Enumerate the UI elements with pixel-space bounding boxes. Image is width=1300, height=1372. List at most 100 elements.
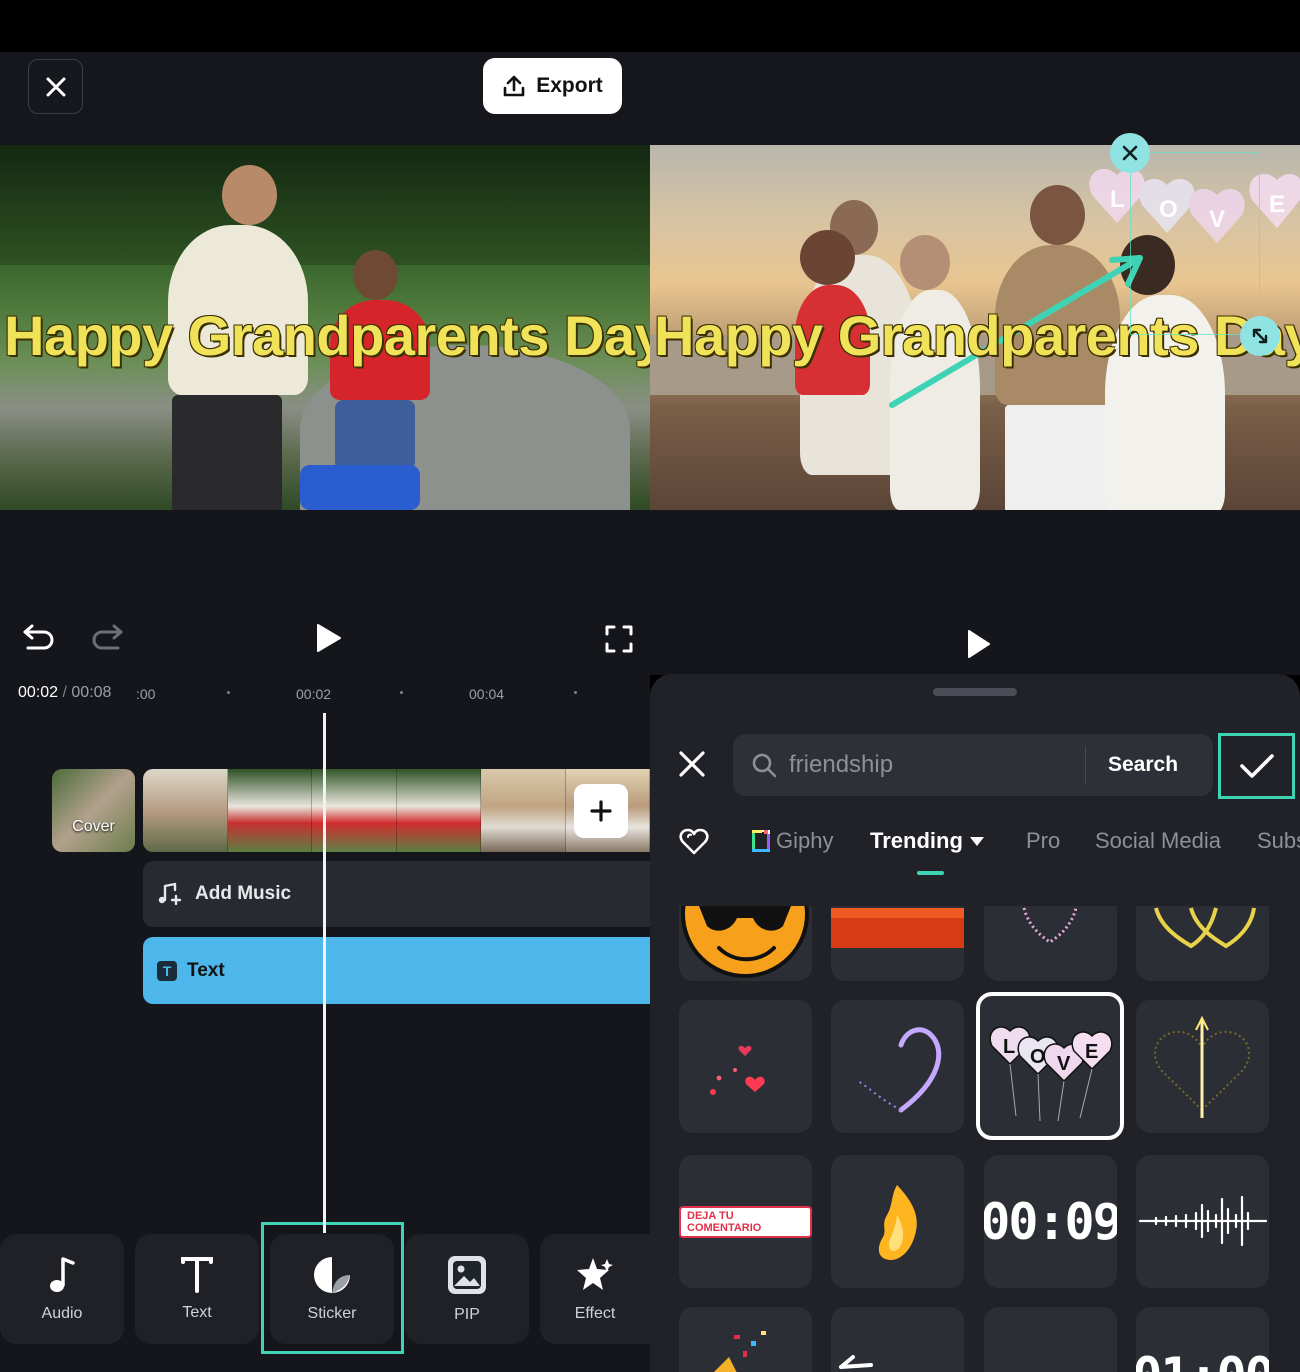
play-icon — [968, 630, 990, 658]
time-separator: / — [62, 684, 67, 701]
top-bar — [0, 52, 1300, 145]
category-label: Subs — [1257, 828, 1300, 853]
ruler-label: 00:02 — [296, 686, 332, 702]
export-button[interactable]: Export — [483, 58, 622, 114]
ruler-tick — [574, 691, 577, 694]
gold-heart-icon — [1154, 1015, 1250, 1118]
flame-icon — [878, 1185, 917, 1260]
ruler-tick — [400, 691, 403, 694]
heart-sparkle-icon — [1022, 907, 1078, 944]
panel-close-button[interactable] — [672, 742, 712, 786]
ruler-label: 00:04 — [469, 686, 505, 702]
sticker-heart-outline[interactable] — [984, 906, 1117, 981]
sticker-timer-1-minute[interactable]: 01:00 — [1136, 1307, 1269, 1372]
balloon-letter: L — [1003, 1036, 1015, 1058]
sticker-fire-flame[interactable] — [831, 1155, 964, 1288]
total-time: 00:08 — [71, 684, 112, 701]
category-tab-trending[interactable]: Trending — [870, 828, 985, 854]
sticker-resize-handle[interactable] — [1240, 316, 1280, 356]
search-button[interactable]: Search — [1108, 753, 1178, 777]
confirm-button[interactable] — [1218, 733, 1295, 799]
heart-icon — [679, 828, 709, 855]
video-preview-original[interactable]: Happy Grandparents Day — [0, 145, 650, 510]
upload-icon — [503, 75, 525, 97]
emoji-face-icon — [681, 906, 809, 978]
tool-label: Audio — [41, 1305, 83, 1322]
category-tab-pro[interactable]: Pro — [1026, 828, 1060, 854]
sticker-tool-highlight — [261, 1222, 404, 1354]
sticker-sound-wave[interactable] — [1136, 1155, 1269, 1288]
sticker-blank[interactable] — [984, 1307, 1117, 1372]
redo-button[interactable] — [88, 618, 126, 656]
category-tab-subs[interactable]: Subs — [1257, 828, 1300, 854]
tool-audio[interactable]: Audio — [0, 1234, 124, 1344]
close-editor-button[interactable] — [28, 59, 83, 114]
overlay-text-left: Happy Grandparents Day — [4, 304, 650, 367]
close-icon — [1122, 145, 1138, 161]
search-divider — [1085, 746, 1086, 784]
sticker-comment-tag[interactable]: DEJA TU COMENTARIO — [679, 1155, 812, 1288]
balloon-letter: O — [1030, 1046, 1046, 1068]
sticker-floating-hearts[interactable] — [679, 1000, 812, 1133]
export-label: Export — [536, 74, 603, 97]
search-icon — [752, 753, 777, 778]
sticker-gold-hearts[interactable] — [1136, 906, 1269, 981]
clip-frame — [143, 769, 228, 852]
comment-tag-text: DEJA TU COMENTARIO — [679, 1205, 812, 1238]
close-icon — [46, 77, 65, 96]
text-chip-icon: T — [157, 960, 177, 981]
giphy-icon — [752, 830, 770, 852]
sticker-red-smoke[interactable] — [831, 906, 964, 981]
music-note-icon — [50, 1257, 75, 1292]
tool-label: Text — [182, 1304, 212, 1321]
clip-frame — [396, 769, 481, 852]
undo-icon — [23, 624, 54, 650]
text-track[interactable]: T Text — [143, 937, 650, 1004]
sticker-grid: L O V E DEJA TU COMENTARIO 00:09 — [650, 906, 1300, 1372]
caret-down-icon — [969, 837, 984, 846]
sticker-confetti-burst[interactable] — [679, 1307, 812, 1372]
playhead[interactable] — [323, 713, 326, 1233]
tool-pip[interactable]: PIP — [405, 1234, 529, 1344]
ruler-label: :00 — [136, 686, 156, 702]
play-button-right[interactable] — [958, 624, 998, 664]
confetti-icon — [714, 1331, 766, 1372]
smoke-icon — [831, 908, 964, 948]
sticker-gold-heart-sparkle[interactable] — [1136, 1000, 1269, 1133]
category-tab-giphy[interactable]: Giphy — [752, 828, 833, 854]
sticker-purple-heart-trail[interactable] — [831, 1000, 964, 1133]
add-music-track[interactable]: Add Music — [143, 861, 650, 927]
music-add-icon — [158, 882, 182, 906]
sticker-search-box[interactable]: Search — [733, 734, 1213, 796]
heart-trail-icon — [855, 1027, 942, 1113]
sticker-search-input[interactable] — [789, 751, 1079, 779]
tool-label: Effect — [574, 1305, 616, 1322]
add-clip-button[interactable] — [574, 784, 628, 838]
tool-effect[interactable]: Effect — [540, 1234, 650, 1344]
cover-thumbnail[interactable]: Cover — [52, 769, 135, 852]
balloon-letter: E — [1269, 191, 1285, 218]
star-effect-icon — [577, 1258, 613, 1290]
sticker-sunglasses-emoji[interactable] — [679, 906, 812, 981]
ruler-tick — [227, 691, 230, 694]
fullscreen-button[interactable] — [600, 620, 638, 658]
balloon-letter: E — [1085, 1041, 1098, 1063]
panel-drag-handle[interactable] — [933, 688, 1017, 696]
timer-text: 00:09 — [984, 1192, 1117, 1251]
tool-text[interactable]: Text — [135, 1234, 259, 1344]
sticker-arrow[interactable] — [831, 1307, 964, 1372]
category-label: Social Media — [1095, 828, 1221, 853]
category-tab-social-media[interactable]: Social Media — [1095, 828, 1221, 854]
favorites-tab[interactable] — [678, 826, 710, 858]
sticker-delete-button[interactable] — [1110, 133, 1150, 173]
sticker-love-balloons-selected[interactable]: L O V E — [976, 992, 1124, 1140]
sticker-timer-9[interactable]: 00:09 — [984, 1155, 1117, 1288]
undo-button[interactable] — [20, 618, 58, 656]
current-time: 00:02 — [18, 684, 59, 701]
balloon-letter: V — [1057, 1053, 1071, 1075]
active-tab-indicator — [917, 871, 944, 875]
cover-label: Cover — [72, 818, 115, 835]
category-label: Trending — [870, 828, 963, 853]
play-button-left[interactable] — [308, 618, 348, 658]
sticker-selection-frame[interactable] — [1130, 152, 1260, 335]
